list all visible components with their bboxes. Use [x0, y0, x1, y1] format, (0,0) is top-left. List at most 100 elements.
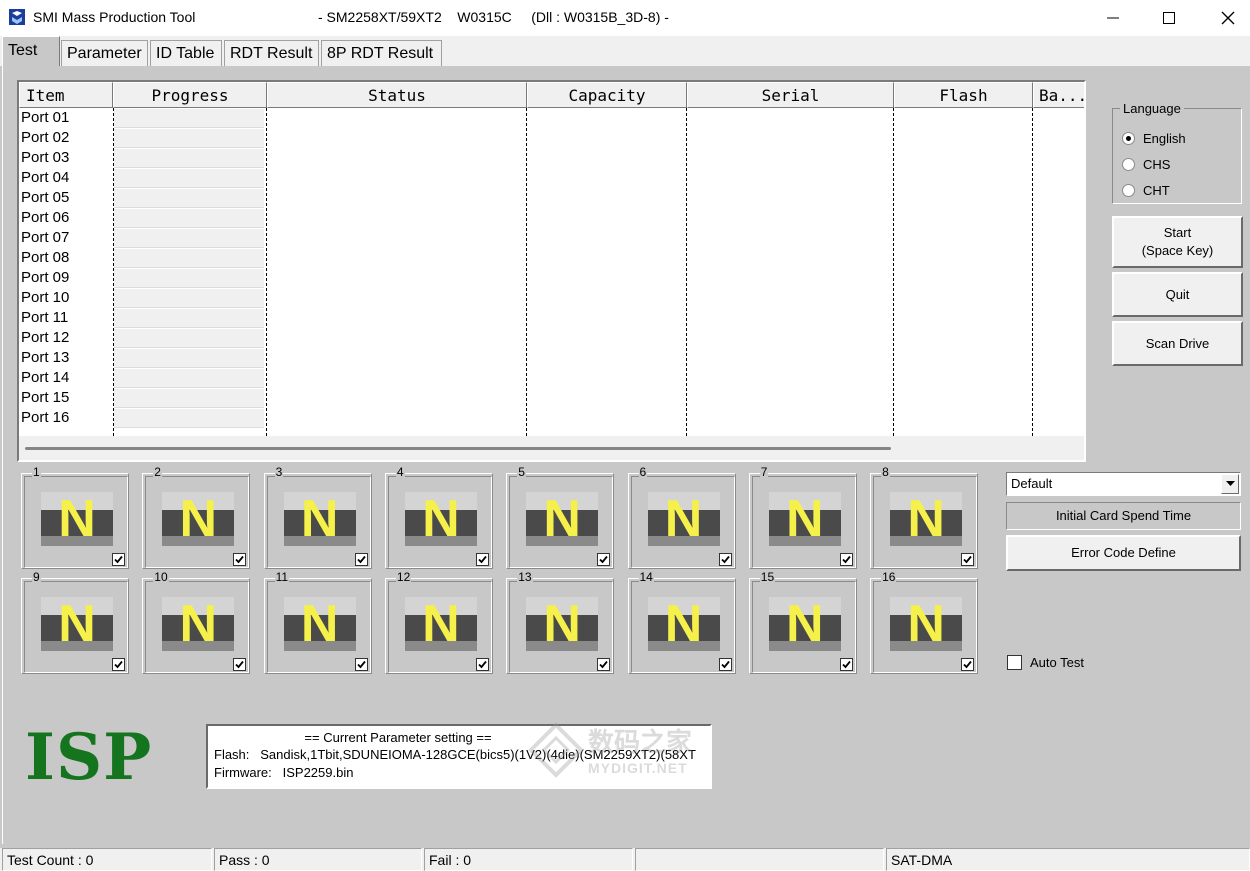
port-enable-checkbox[interactable] [112, 658, 125, 671]
port-enable-checkbox[interactable] [112, 553, 125, 566]
port-enable-checkbox[interactable] [475, 553, 489, 566]
tab-rdt-result[interactable]: RDT Result [224, 40, 319, 66]
radio-chs[interactable]: CHS [1122, 157, 1170, 172]
list-item[interactable]: Port 07 [19, 228, 1084, 248]
port-status-box: 14 N [627, 570, 736, 674]
scan-drive-button[interactable]: Scan Drive [1112, 321, 1243, 366]
port-enable-checkbox[interactable] [718, 553, 732, 566]
parameter-title: == Current Parameter setting == [304, 730, 492, 745]
start-label: Start [1163, 225, 1192, 240]
port-enable-checkbox[interactable] [475, 658, 489, 671]
language-group: Language English CHS CHT [1112, 101, 1242, 204]
firmware-value: ISP2259.bin [282, 765, 354, 780]
list-item[interactable]: Port 09 [19, 268, 1084, 288]
list-item[interactable]: Port 14 [19, 368, 1084, 388]
tab-8p-rdt-result[interactable]: 8P RDT Result [321, 40, 442, 66]
close-icon [1221, 11, 1235, 25]
list-item[interactable]: Port 01 [19, 108, 1084, 128]
list-item[interactable]: Port 05 [19, 188, 1084, 208]
tab-id-table[interactable]: ID Table [150, 40, 222, 66]
profile-select[interactable]: Default [1006, 472, 1241, 496]
list-item[interactable]: Port 08 [19, 248, 1084, 268]
port-label: Port 09 [21, 269, 70, 286]
app-icon [9, 9, 25, 25]
port-enable-checkbox[interactable] [961, 553, 975, 566]
port-label: Port 05 [21, 189, 70, 206]
list-item[interactable]: Port 11 [19, 308, 1084, 328]
port-state-letter: N [300, 595, 339, 653]
port-state-icon: N [526, 490, 599, 548]
list-item[interactable]: Port 02 [19, 128, 1084, 148]
auto-test-checkbox[interactable]: Auto Test [1007, 655, 1084, 670]
maximize-icon [1163, 12, 1175, 24]
port-label: Port 12 [21, 329, 70, 346]
port-label: Port 15 [21, 389, 70, 406]
port-enable-checkbox[interactable] [233, 553, 247, 566]
port-enable-checkbox[interactable] [839, 553, 853, 566]
list-item[interactable]: Port 13 [19, 348, 1084, 368]
app-title: SMI Mass Production Tool [33, 9, 196, 25]
start-button[interactable]: Start (Space Key) [1112, 216, 1243, 268]
checkmark-icon [842, 660, 851, 669]
port-label: Port 16 [21, 409, 70, 426]
radio-english[interactable]: English [1122, 131, 1186, 146]
horizontal-scrollbar[interactable] [19, 436, 1084, 460]
progress-cell [114, 329, 264, 348]
checkmark-icon [356, 555, 366, 564]
list-item[interactable]: Port 12 [19, 328, 1084, 348]
tab-parameter[interactable]: Parameter [61, 40, 148, 66]
minimize-button[interactable] [1083, 0, 1143, 36]
flash-line: Flash: Sandisk,1Tbit,SDUNEIOMA-128GCE(bi… [214, 747, 696, 762]
tab-test[interactable]: Test [2, 36, 60, 66]
list-item[interactable]: Port 04 [19, 168, 1084, 188]
checkmark-icon [963, 660, 972, 669]
list-item[interactable]: Port 15 [19, 388, 1084, 408]
column-progress[interactable]: Progress [113, 82, 267, 108]
minimize-icon [1107, 17, 1119, 19]
mode-indicator: ISP [25, 720, 153, 795]
port-label: Port 03 [21, 149, 70, 166]
port-number: 1 [32, 465, 41, 479]
close-button[interactable] [1198, 0, 1250, 36]
port-enable-checkbox[interactable] [354, 553, 368, 566]
column-capacity[interactable]: Capacity [527, 82, 687, 108]
flash-value: Sandisk,1Tbit,SDUNEIOMA-128GCE(bics5)(1V… [260, 747, 696, 762]
column-status[interactable]: Status [267, 82, 527, 108]
port-enable-checkbox[interactable] [597, 553, 611, 566]
port-enable-checkbox[interactable] [839, 658, 853, 671]
radio-cht[interactable]: CHT [1122, 183, 1170, 198]
port-status-box: 4N [384, 465, 493, 569]
port-list[interactable]: Item Progress Status Capacity Serial Fla… [17, 80, 1086, 462]
radio-label: English [1143, 131, 1186, 146]
port-number: 16 [881, 570, 897, 584]
fail-count: Fail : 0 [424, 848, 633, 871]
list-item[interactable]: Port 03 [19, 148, 1084, 168]
dropdown-arrow-icon[interactable] [1221, 474, 1239, 494]
radio-label: CHS [1143, 157, 1171, 172]
port-number: 5 [517, 465, 526, 479]
port-state-letter: N [58, 490, 96, 548]
port-state-icon: N [283, 490, 356, 548]
list-item[interactable]: Port 16 [19, 408, 1084, 428]
port-state-icon: N [768, 595, 841, 653]
column-item[interactable]: Item [19, 82, 113, 108]
maximize-button[interactable] [1139, 0, 1199, 36]
port-status-box: 5N [506, 465, 615, 569]
port-enable-checkbox[interactable] [718, 658, 732, 671]
test-count: Test Count : 0 [2, 848, 212, 871]
port-enable-checkbox[interactable] [233, 658, 247, 671]
column-flash[interactable]: Flash [894, 82, 1033, 108]
port-state-icon: N [283, 595, 356, 653]
list-item[interactable]: Port 10 [19, 288, 1084, 308]
port-enable-checkbox[interactable] [961, 658, 975, 671]
scrollbar-thumb[interactable] [25, 447, 891, 450]
column-ba[interactable]: Ba... [1033, 82, 1084, 108]
port-enable-checkbox[interactable] [597, 658, 611, 671]
port-enable-checkbox[interactable] [354, 658, 368, 671]
error-code-define-button[interactable]: Error Code Define [1006, 535, 1241, 571]
language-legend: Language [1120, 101, 1184, 116]
quit-button[interactable]: Quit [1112, 272, 1243, 317]
port-state-letter: N [300, 490, 339, 548]
list-item[interactable]: Port 06 [19, 208, 1084, 228]
column-serial[interactable]: Serial [687, 82, 894, 108]
